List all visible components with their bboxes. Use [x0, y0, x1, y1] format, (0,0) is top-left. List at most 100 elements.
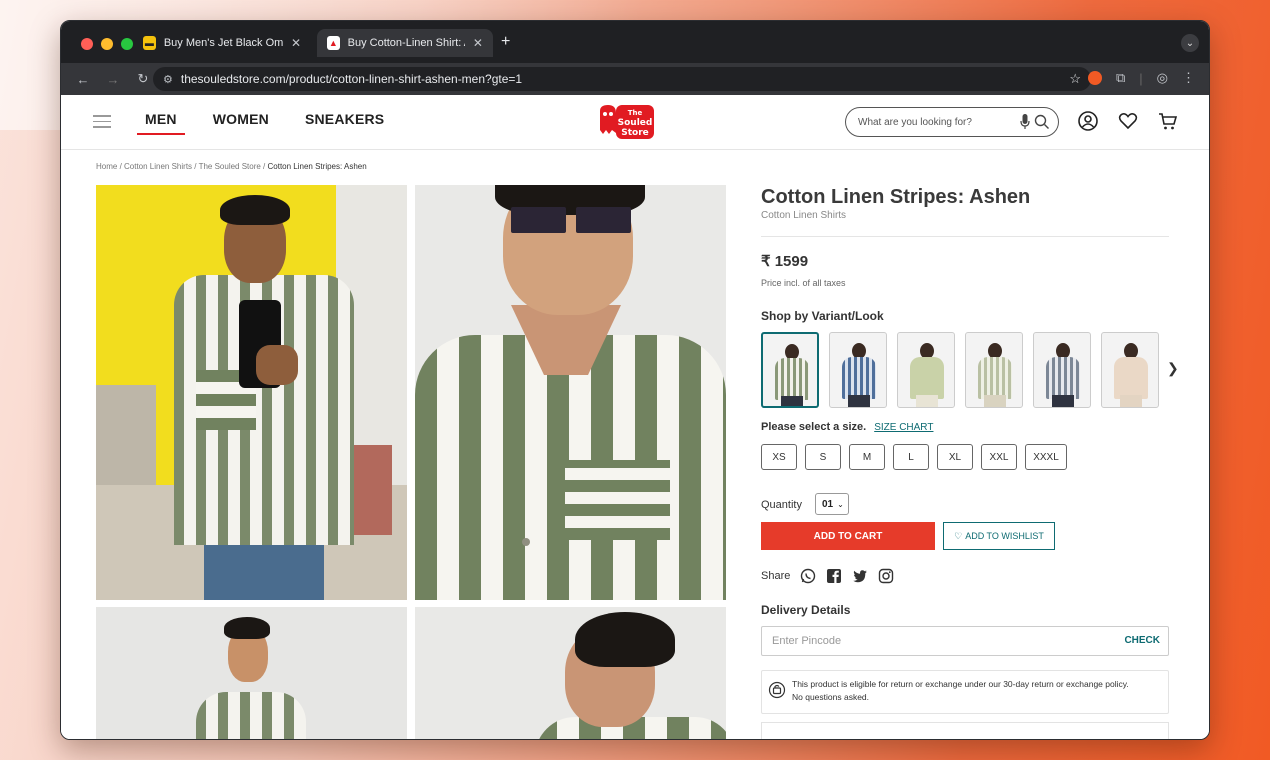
size-chart-link[interactable]: SIZE CHART [874, 422, 933, 433]
url-field[interactable]: ⚙ thesouledstore.com/product/cotton-line… [153, 67, 1091, 91]
size-xxl[interactable]: XXL [981, 444, 1017, 470]
share-row: Share [761, 568, 894, 584]
header-actions [1077, 110, 1179, 132]
logo-text-the: The [628, 109, 643, 117]
hair [220, 195, 290, 225]
whatsapp-icon[interactable] [800, 568, 816, 584]
back-icon[interactable]: ← [75, 72, 91, 87]
product-price: ₹ 1599 [761, 253, 809, 270]
bookmark-star-icon[interactable]: ☆ [1069, 71, 1081, 87]
quantity-value: 01 [822, 498, 834, 510]
maximize-window-button[interactable] [121, 38, 133, 50]
add-to-wishlist-button[interactable]: ♡ ADD TO WISHLIST [943, 522, 1055, 550]
twitter-icon[interactable] [852, 568, 868, 584]
logo-text-store: Store [621, 128, 649, 138]
product-photo-1[interactable] [96, 185, 407, 600]
size-l[interactable]: L [893, 444, 929, 470]
variant-heading: Shop by Variant/Look [761, 309, 884, 323]
breadcrumb: Home / Cotton Linen Shirts / The Souled … [96, 162, 367, 171]
hair [575, 612, 675, 667]
return-policy-note: This product is eligible for return or e… [761, 670, 1169, 714]
size-xl[interactable]: XL [937, 444, 973, 470]
close-tab-icon[interactable]: ✕ [291, 36, 301, 50]
share-label: Share [761, 570, 791, 582]
product-photo-2[interactable] [415, 185, 726, 600]
variant-thumb-1[interactable] [761, 332, 819, 408]
browser-tab-1[interactable]: ▬ Buy Men's Jet Black Ombre C ✕ [133, 29, 311, 57]
close-tab-icon[interactable]: ✕ [473, 36, 483, 50]
extensions-puzzle-icon[interactable]: ⧉ [1116, 70, 1125, 86]
chevron-down-icon: ⌄ [837, 499, 844, 509]
nav-sneakers[interactable]: SNEAKERS [297, 111, 392, 135]
pincode-input[interactable]: Enter Pincode CHECK [761, 626, 1169, 656]
policy-line-2: No questions asked. [792, 692, 870, 702]
tab-title: Buy Men's Jet Black Ombre C [163, 37, 283, 49]
extension-icon[interactable] [1087, 71, 1102, 85]
heart-outline-icon: ♡ [954, 530, 963, 541]
nav-men[interactable]: MEN [137, 111, 185, 135]
toolbar-divider: | [1139, 70, 1143, 86]
size-xxxl[interactable]: XXXL [1025, 444, 1067, 470]
wishlist-heart-icon[interactable] [1117, 110, 1139, 132]
quantity-label: Quantity [761, 499, 802, 511]
variant-thumb-4[interactable] [965, 332, 1023, 408]
hamburger-menu-icon[interactable] [93, 115, 111, 132]
reload-icon[interactable]: ↻ [135, 71, 151, 87]
hair [224, 617, 270, 639]
variant-thumb-3[interactable] [897, 332, 955, 408]
breadcrumb-trail[interactable]: Home / Cotton Linen Shirts / The Souled … [96, 162, 268, 171]
main-nav: MEN WOMEN SNEAKERS [137, 111, 392, 135]
cart-icon[interactable] [1157, 110, 1179, 132]
facebook-icon[interactable] [826, 568, 842, 584]
shirt-pocket [565, 460, 670, 540]
new-tab-icon[interactable]: + [501, 33, 510, 51]
size-m[interactable]: M [849, 444, 885, 470]
minimize-window-button[interactable] [101, 38, 113, 50]
site-search-input[interactable]: What are you looking for? [845, 107, 1059, 137]
hand [256, 345, 298, 385]
browser-tab-2-active[interactable]: ▲ Buy Cotton-Linen Shirt: Ashe ✕ [317, 29, 493, 57]
profile-icon[interactable]: ◎ [1157, 70, 1168, 86]
tab-search-icon[interactable]: ⌄ [1181, 34, 1199, 52]
jeans [204, 545, 324, 600]
chevron-right-icon[interactable]: ❯ [1167, 360, 1179, 377]
wishlist-label: ADD TO WISHLIST [965, 531, 1044, 541]
tab-favicon-icon: ▬ [143, 36, 156, 50]
search-icon[interactable] [1034, 114, 1050, 130]
user-account-icon[interactable] [1077, 110, 1099, 132]
variant-thumb-5[interactable] [1033, 332, 1091, 408]
product-title: Cotton Linen Stripes: Ashen [761, 186, 1031, 208]
pincode-placeholder: Enter Pincode [772, 635, 842, 647]
variant-thumb-6[interactable] [1101, 332, 1159, 408]
browser-menu-icon[interactable]: ⋮ [1182, 70, 1195, 86]
breadcrumb-current: Cotton Linen Stripes: Ashen [267, 162, 367, 171]
product-photo-4[interactable] [415, 607, 726, 739]
logo-text-souled: Souled [618, 118, 653, 128]
instagram-icon[interactable] [878, 568, 894, 584]
nav-women[interactable]: WOMEN [205, 111, 277, 135]
next-section-box [761, 722, 1169, 739]
check-pincode-button[interactable]: CHECK [1124, 635, 1160, 646]
quantity-select[interactable]: 01 ⌄ [815, 493, 849, 515]
toolbar-icons: ⧉ | ◎ ⋮ [1087, 70, 1195, 86]
souled-store-logo[interactable]: The Souled Store [594, 103, 658, 141]
add-to-cart-button[interactable]: ADD TO CART [761, 522, 935, 550]
bed [96, 385, 156, 485]
product-page: Home / Cotton Linen Shirts / The Souled … [61, 150, 1209, 739]
browser-window: ▬ Buy Men's Jet Black Ombre C ✕ ▲ Buy Co… [60, 20, 1210, 740]
microphone-icon[interactable] [1020, 114, 1030, 130]
shirt-button [522, 538, 530, 546]
address-bar-row: ← → ↻ ⚙ thesouledstore.com/product/cotto… [61, 63, 1209, 95]
size-xs[interactable]: XS [761, 444, 797, 470]
close-window-button[interactable] [81, 38, 93, 50]
site-info-icon[interactable]: ⚙ [163, 73, 173, 86]
size-heading-text: Please select a size. [761, 421, 867, 433]
variant-thumb-2[interactable] [829, 332, 887, 408]
forward-icon[interactable]: → [105, 72, 121, 87]
shirt-stripes [196, 692, 306, 739]
tab-strip: ▬ Buy Men's Jet Black Ombre C ✕ ▲ Buy Co… [61, 21, 1209, 63]
product-photo-3[interactable] [96, 607, 407, 739]
delivery-heading: Delivery Details [761, 603, 851, 617]
size-s[interactable]: S [805, 444, 841, 470]
product-category: Cotton Linen Shirts [761, 210, 847, 221]
